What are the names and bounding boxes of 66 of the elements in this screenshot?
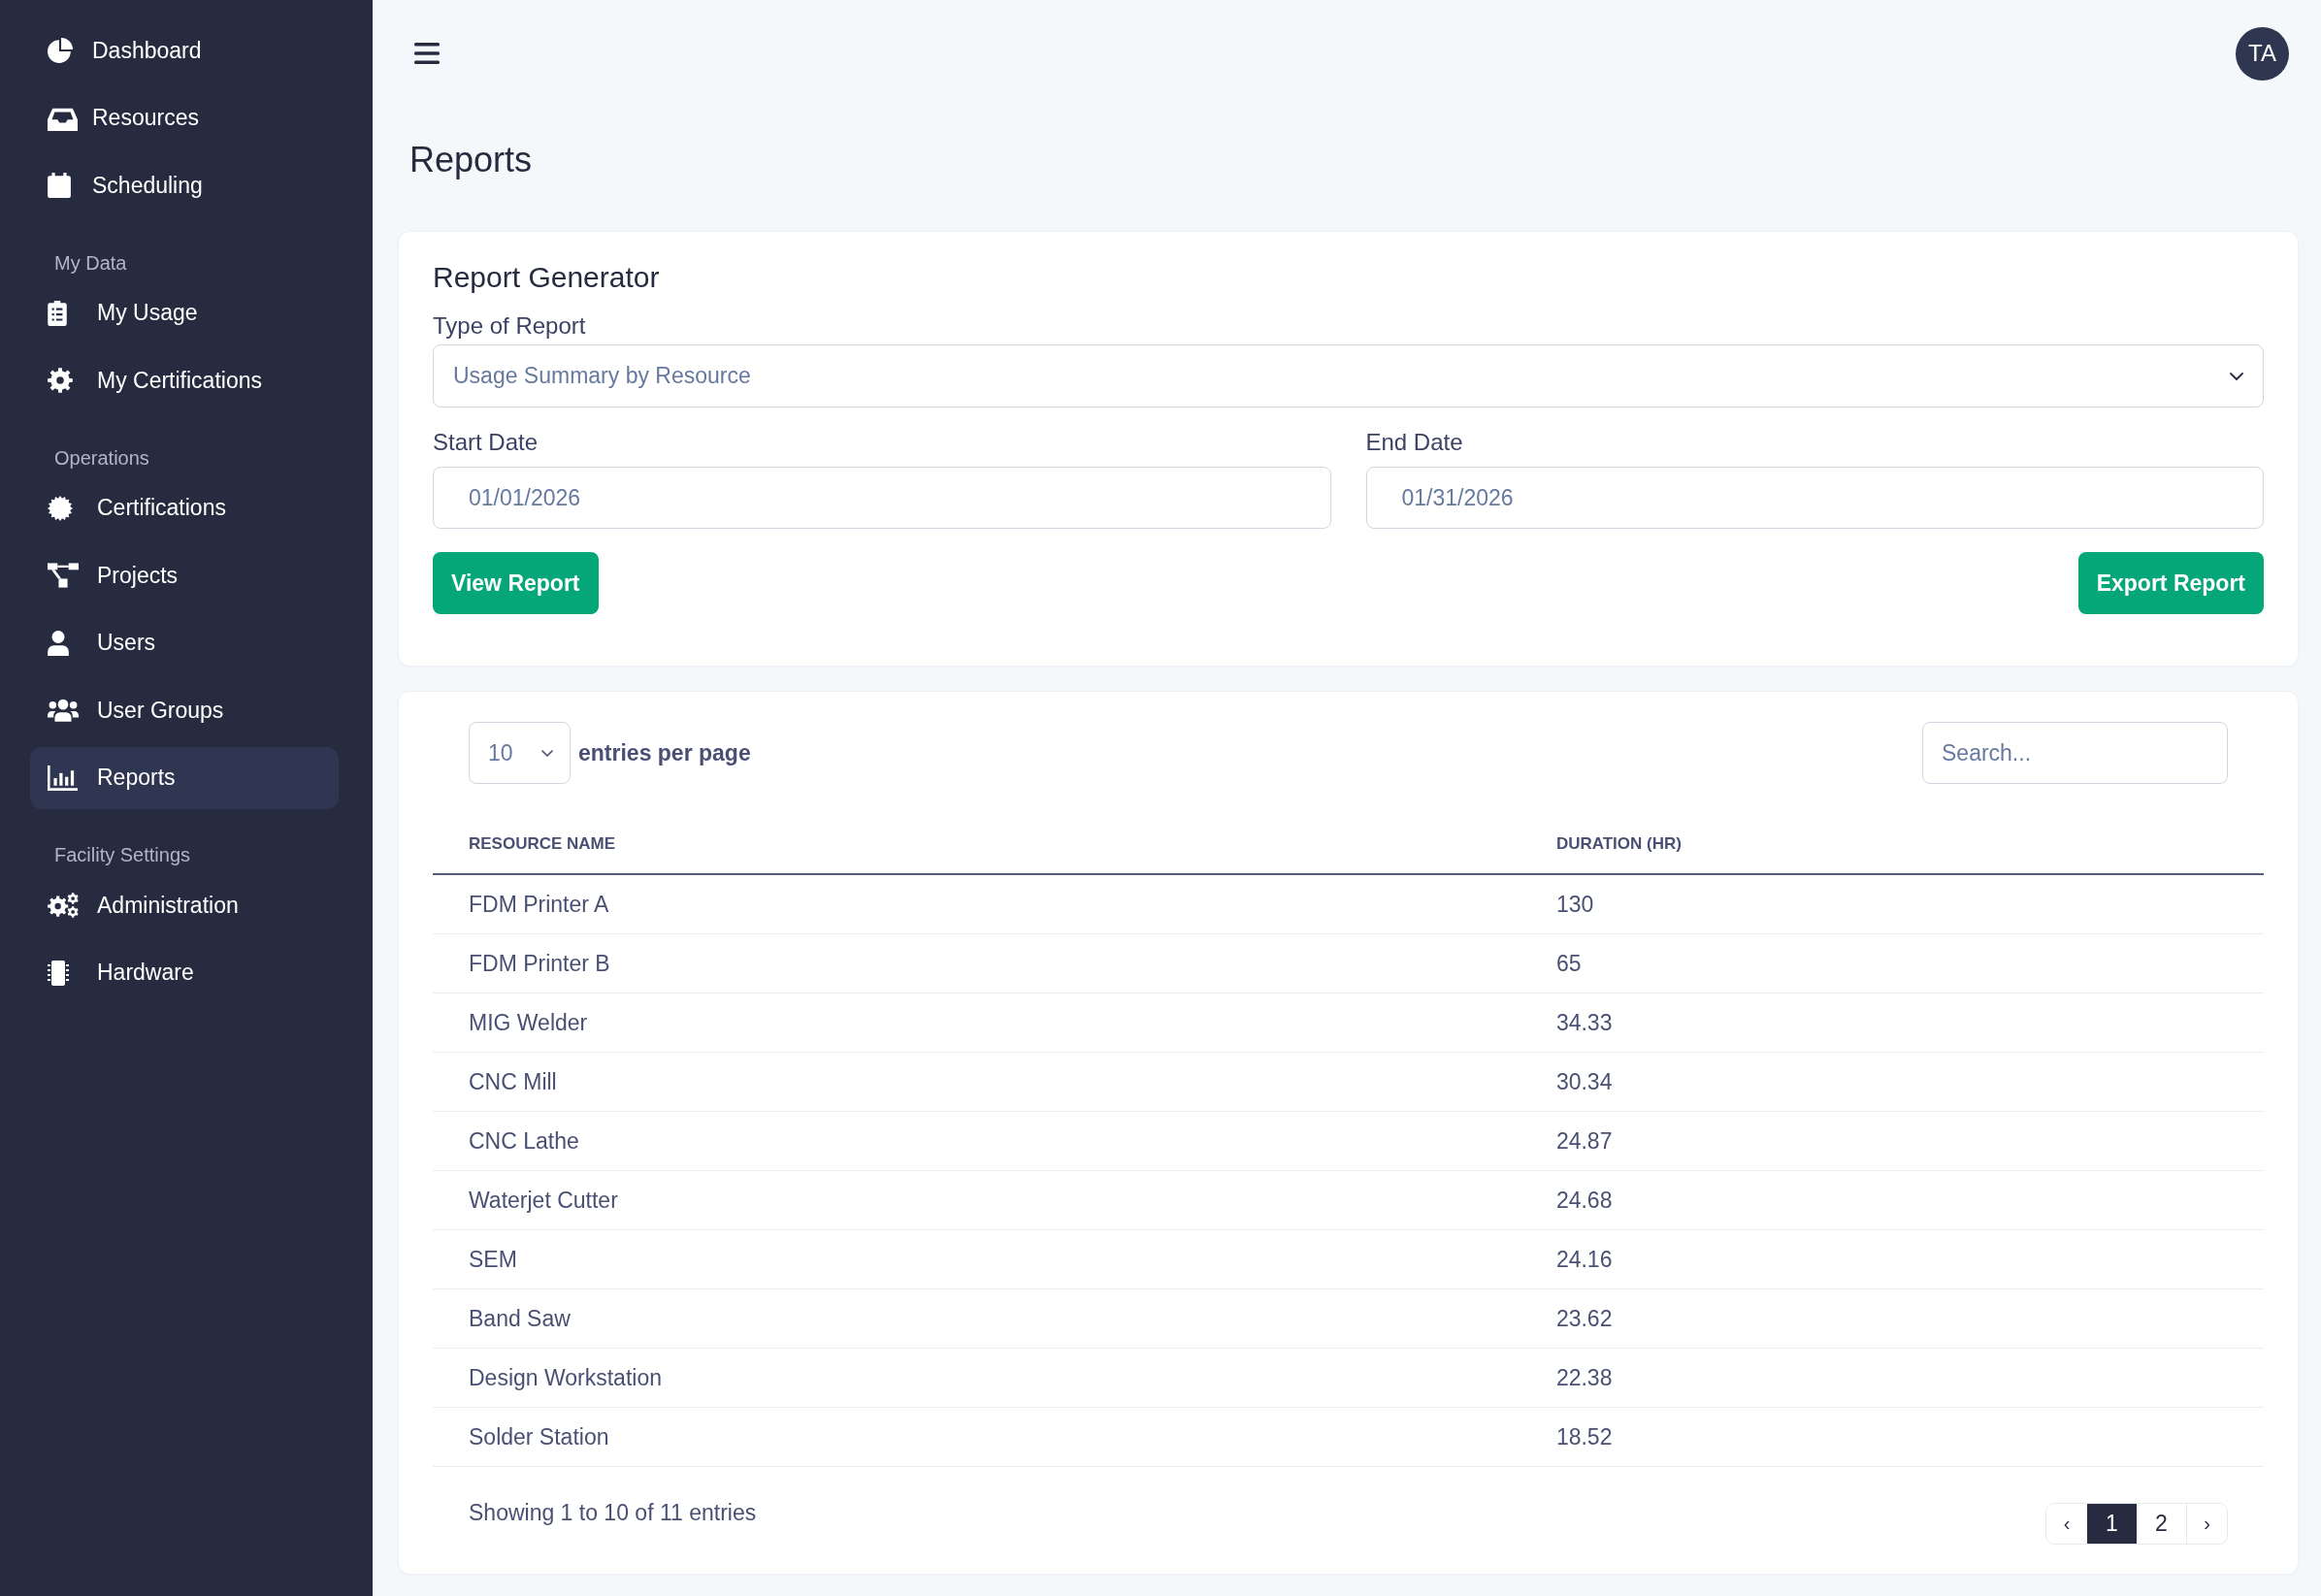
user-icon (48, 630, 69, 656)
page-title: Reports (409, 139, 534, 181)
gear-icon (48, 368, 73, 393)
next-page-button[interactable]: › (2186, 1504, 2227, 1544)
diagram-icon (48, 563, 79, 588)
table-cell: Solder Station (469, 1423, 609, 1449)
menu-icon[interactable] (414, 43, 440, 64)
table-cell: 65 (1555, 950, 1582, 976)
table-cell: 30.34 (1555, 1068, 1613, 1094)
table-cell: 130 (1555, 891, 1594, 917)
entries-summary: Showing 1 to 10 of 11 entries (469, 1499, 757, 1527)
field-label: End Date (1365, 428, 1464, 457)
report-type-select[interactable]: Usage Summary by Resource (433, 344, 2264, 407)
entries-per-page-select[interactable]: 10 (469, 722, 571, 784)
table-cell: FDM Printer A (469, 891, 609, 917)
user-group-icon (48, 698, 79, 723)
card-title: Report Generator (433, 260, 661, 295)
table-cell: 34.33 (1555, 1009, 1613, 1035)
table-cell: 24.87 (1555, 1127, 1613, 1154)
calendar-icon (48, 173, 71, 198)
sidebar-item[interactable]: Hardware (30, 941, 339, 1004)
bar-chart-icon (48, 765, 78, 791)
field-label: Type of Report (433, 311, 587, 341)
table-cell: 24.16 (1555, 1246, 1613, 1272)
entries-per-page-label: entries per page (578, 739, 751, 766)
table-cell: 23.62 (1555, 1305, 1613, 1331)
sidebar-item[interactable]: Users (30, 611, 339, 674)
search-field[interactable]: Search... (1922, 722, 2228, 784)
table-cell: Design Workstation (469, 1364, 662, 1390)
table-cell: FDM Printer B (469, 950, 610, 976)
table-cell: Band Saw (469, 1305, 571, 1331)
table-cell: Waterjet Cutter (469, 1187, 618, 1213)
sidebar-section-heading: My Data (53, 250, 128, 276)
sidebar-item[interactable]: Scheduling (30, 154, 339, 216)
seal-icon (48, 495, 73, 521)
sidebar-item[interactable]: Reports (30, 746, 339, 809)
table-cell: CNC Lathe (469, 1127, 579, 1154)
column-header: DURATION (HR) (1555, 834, 1682, 853)
page-button[interactable]: 1 (2087, 1504, 2137, 1544)
sidebar-item[interactable]: Resources (30, 86, 339, 149)
table-cell: 24.68 (1555, 1187, 1613, 1213)
chevron-down-icon (2230, 372, 2243, 380)
table-cell: 18.52 (1555, 1423, 1613, 1449)
sidebar-item[interactable]: User Groups (30, 679, 339, 741)
table-cell: CNC Mill (469, 1068, 557, 1094)
clipboard-list-icon (48, 300, 67, 326)
field-label: Start Date (433, 428, 539, 457)
sidebar-item[interactable]: Projects (30, 544, 339, 606)
table-cell: SEM (469, 1246, 517, 1272)
user-avatar[interactable]: TA (2236, 26, 2289, 81)
sidebar-section-heading: Operations (53, 445, 150, 471)
column-header: RESOURCE NAME (469, 834, 616, 853)
gears-icon (48, 893, 79, 918)
table-cell: MIG Welder (469, 1009, 588, 1035)
sidebar-item[interactable]: My Usage (30, 281, 339, 344)
chip-icon (48, 960, 69, 986)
sidebar-item[interactable]: Certifications (30, 476, 339, 539)
sidebar-item[interactable]: Dashboard (30, 19, 339, 81)
sidebar-item[interactable]: Administration (30, 874, 339, 936)
pie-chart-icon (48, 38, 73, 63)
sidebar-section-heading: Facility Settings (53, 843, 192, 867)
table-cell: 22.38 (1555, 1364, 1613, 1390)
sidebar-item[interactable]: My Certifications (30, 349, 339, 411)
end-date-field[interactable]: 01/31/2026 (1365, 467, 2264, 529)
start-date-field[interactable]: 01/01/2026 (433, 467, 1331, 529)
chevron-down-icon (541, 749, 553, 757)
